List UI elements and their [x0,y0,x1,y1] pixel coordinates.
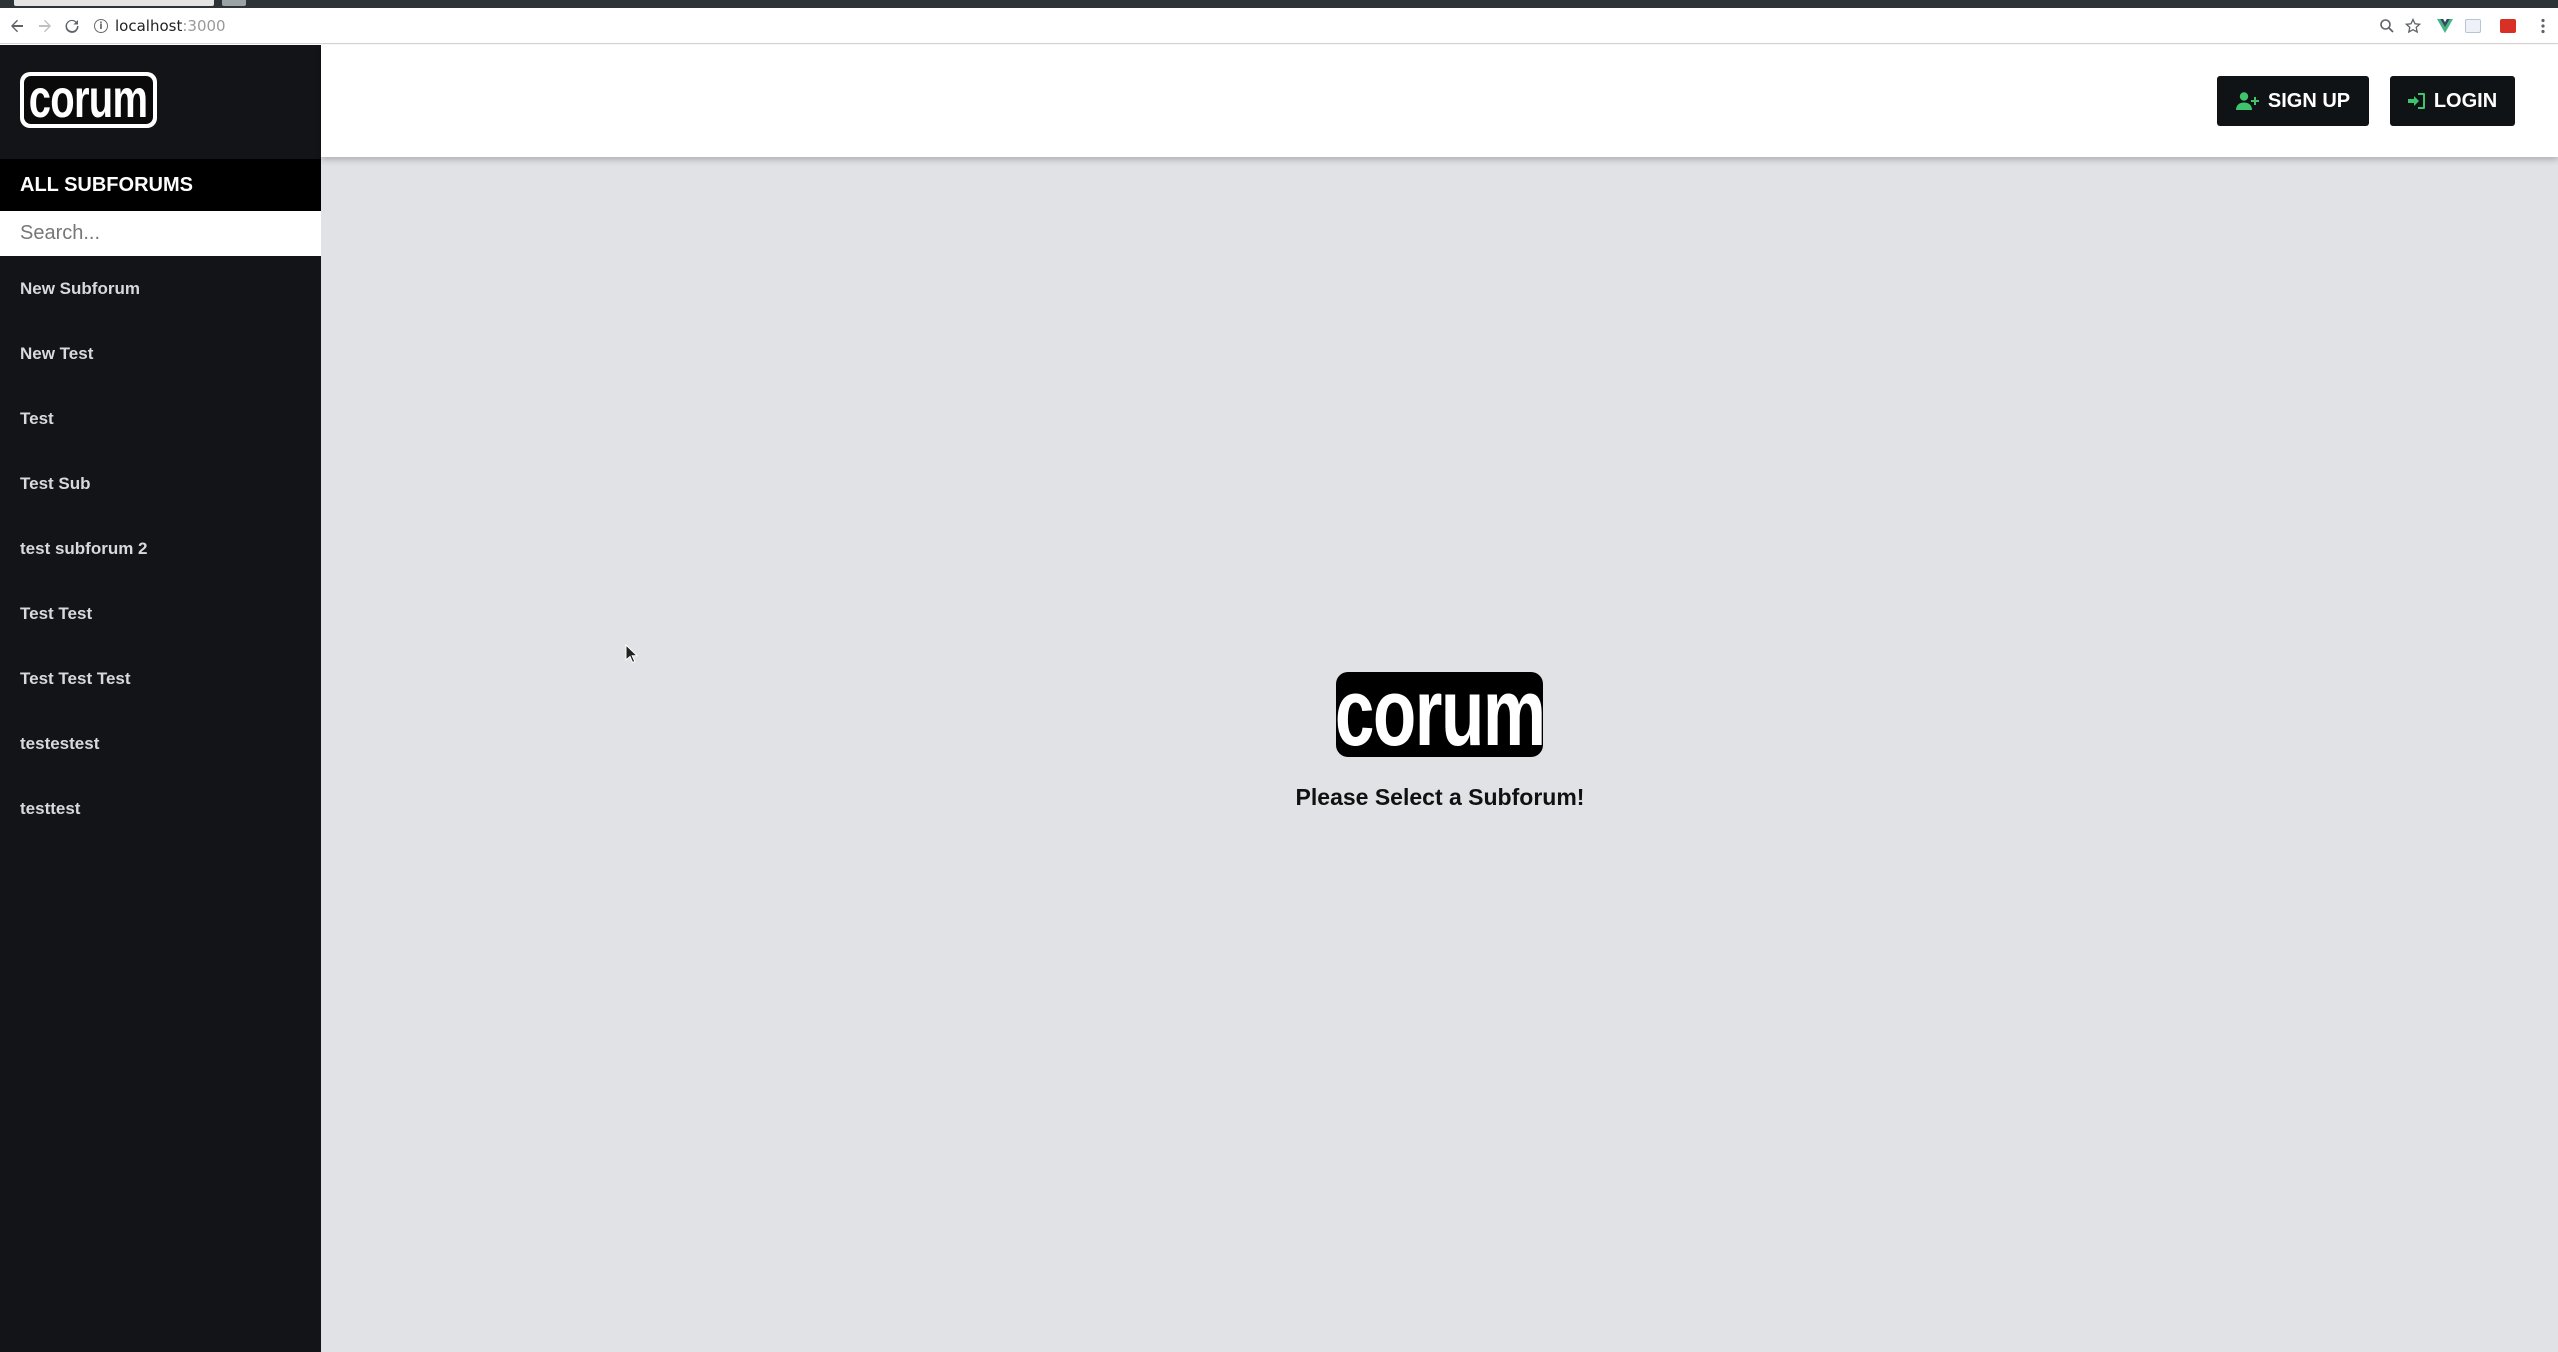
sign-in-icon [2407,92,2426,110]
sidebar-item-new-test[interactable]: New Test [0,330,321,395]
select-subforum-message: Please Select a Subforum! [1295,784,1585,810]
sidebar-item-test-test[interactable]: Test Test [0,590,321,655]
sidebar-item-test-subforum-2[interactable]: test subforum 2 [0,525,321,590]
subforum-list: New Subforum New Test Test Test Sub test… [0,265,321,850]
subforum-search-input[interactable] [0,211,321,256]
sidebar-item-testestest[interactable]: testestest [0,720,321,785]
mouse-cursor-icon [625,643,639,669]
forward-icon[interactable] [32,8,58,44]
back-icon[interactable] [4,8,30,44]
browser-tab-strip [0,0,2558,8]
url-host: localhost [115,17,183,35]
top-header: SIGN UP LOGIN [321,45,2558,157]
center-logo: corum [1336,672,1543,757]
vue-devtools-icon[interactable] [2432,8,2458,44]
browser-tab-active[interactable] [14,0,214,6]
url-port: :3000 [182,17,226,35]
extension-red-icon[interactable] [2500,19,2516,33]
address-bar[interactable]: i localhost:3000 [94,8,226,44]
sidebar-item-test[interactable]: Test [0,395,321,460]
center-logo-text: corum [1336,672,1543,757]
all-subforums-heading[interactable]: ALL SUBFORUMS [0,159,321,211]
browser-new-tab[interactable] [222,0,246,6]
info-icon[interactable]: i [94,19,108,33]
zoom-icon[interactable] [2374,8,2400,44]
sidebar-item-test-test-test[interactable]: Test Test Test [0,655,321,720]
extension-icon[interactable] [2465,19,2481,33]
sidebar-item-test-sub[interactable]: Test Sub [0,460,321,525]
sign-up-label: SIGN UP [2267,89,2351,112]
login-label: LOGIN [2433,89,2498,112]
more-icon[interactable] [2530,8,2556,44]
sidebar-logo[interactable]: corum [20,72,157,128]
user-plus-icon [2235,92,2260,110]
login-button[interactable]: LOGIN [2390,76,2515,126]
sidebar-item-testtest[interactable]: testtest [0,785,321,850]
sign-up-button[interactable]: SIGN UP [2217,76,2369,126]
reload-icon[interactable] [59,8,85,44]
browser-toolbar: i localhost:3000 [0,8,2558,44]
sidebar: corum ALL SUBFORUMS New Subforum New Tes… [0,45,321,1352]
sidebar-logo-text: corum [29,76,148,124]
star-icon[interactable] [2400,8,2426,44]
sidebar-item-new-subforum[interactable]: New Subforum [0,265,321,330]
